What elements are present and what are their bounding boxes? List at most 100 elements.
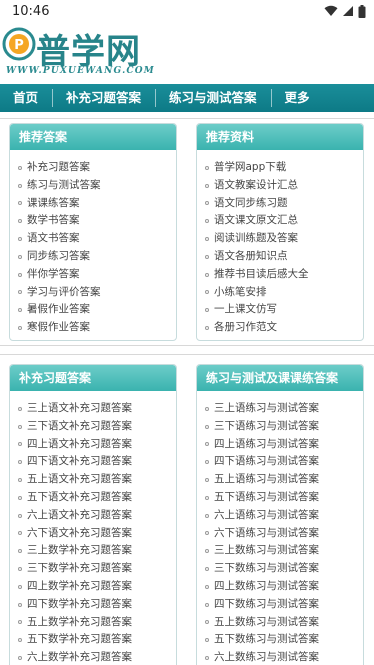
list-item-link[interactable]: 五下语练习与测试答案: [205, 489, 363, 507]
list-item-link[interactable]: 五下数练习与测试答案: [205, 631, 363, 649]
bullet-icon: [205, 272, 209, 277]
status-bar: 10:46: [0, 0, 374, 22]
bullet-icon: [205, 326, 209, 331]
nav-more[interactable]: 更多: [272, 89, 324, 107]
nav-practice-answers[interactable]: 练习与测试答案: [156, 89, 272, 107]
list-item-link[interactable]: 语文各册知识点: [205, 248, 363, 266]
list-item-label: 六下语练习与测试答案: [214, 526, 319, 539]
list-item-link[interactable]: 六上数学补充习题答案: [18, 649, 176, 665]
list-item-link[interactable]: 三下数练习与测试答案: [205, 560, 363, 578]
list-item-link[interactable]: 六上数练习与测试答案: [205, 649, 363, 665]
answers-section: 补充习题答案 三上语文补充习题答案 三下语文补充习题答案 四上语文补充习题答案四下语…: [0, 354, 374, 665]
list-item-link[interactable]: 四上数学补充习题答案: [18, 578, 176, 596]
list-item-link[interactable]: 三上数练习与测试答案: [205, 542, 363, 560]
bullet-icon: [205, 442, 209, 447]
list-item-link[interactable]: 五下语文补充习题答案: [18, 489, 176, 507]
list-item-label: 五下语文补充习题答案: [27, 490, 132, 503]
practice-answers-box: 练习与测试及课课练答案 三上语练习与测试答案 三下语练习与测试答案 四上语练习与测试…: [196, 364, 364, 665]
list-item-label: 五下数练习与测试答案: [214, 633, 319, 646]
list-item-label: 各册习作范文: [214, 321, 277, 334]
list-item-link[interactable]: 语文同步练习题: [205, 195, 363, 213]
bullet-icon: [18, 272, 22, 277]
list-item-link[interactable]: 语文教案设计汇总: [205, 177, 363, 195]
bullet-icon: [18, 183, 22, 188]
bullet-icon: [18, 620, 22, 625]
list-item-link[interactable]: 四下语练习与测试答案: [205, 453, 363, 471]
bullet-icon: [205, 584, 209, 589]
wifi-icon: [324, 5, 338, 16]
list-item-link[interactable]: 课课练答案: [18, 195, 176, 213]
supplement-answers-list: 三上语文补充习题答案 三下语文补充习题答案 四上语文补充习题答案四下语文补充习题答案…: [10, 391, 176, 665]
list-item-link[interactable]: 三下语文补充习题答案: [18, 418, 176, 436]
bullet-icon: [18, 656, 22, 661]
recommend-section: 推荐答案 补充习题答案 练习与测试答案 课课练答案 数学书答案 语文书答案 同步练习答案伴…: [0, 118, 374, 346]
list-item-label: 暑假作业答案: [27, 303, 90, 316]
list-item-label: 三上语文补充习题答案: [27, 402, 132, 414]
nav-supplement-answers[interactable]: 补充习题答案: [53, 89, 157, 107]
nav-home[interactable]: 首页: [0, 89, 54, 107]
list-item-link[interactable]: 补充习题答案: [18, 159, 176, 177]
list-item-link[interactable]: 四下语文补充习题答案: [18, 453, 176, 471]
list-item-link[interactable]: 三上语练习与测试答案: [205, 400, 363, 418]
list-item-label: 四上语文补充习题答案: [27, 437, 132, 450]
list-item-link[interactable]: 四下数学补充习题答案: [18, 596, 176, 614]
list-item-link[interactable]: 六下语练习与测试答案: [205, 525, 363, 543]
bullet-icon: [18, 326, 22, 331]
list-item-link[interactable]: 数学书答案: [18, 212, 176, 230]
list-item-link[interactable]: 伴你学答案: [18, 266, 176, 284]
list-item-link[interactable]: 六上语文补充习题答案: [18, 507, 176, 525]
list-item-label: 伴你学答案: [27, 267, 80, 280]
supplement-answers-title: 补充习题答案: [10, 365, 176, 391]
practice-answers-list: 三上语练习与测试答案 三下语练习与测试答案 四上语练习与测试答案四下语练习与测试答案…: [197, 391, 363, 665]
list-item-label: 六上语文补充习题答案: [27, 508, 132, 521]
list-item-link[interactable]: 五下数学补充习题答案: [18, 631, 176, 649]
list-item-link[interactable]: 语文书答案: [18, 230, 176, 248]
list-item-link[interactable]: 五上数练习与测试答案: [205, 614, 363, 632]
list-item-link[interactable]: 各册习作范文: [205, 319, 363, 337]
list-item-link[interactable]: 一上课文仿写: [205, 301, 363, 319]
list-item-link[interactable]: 普学网app下载: [205, 159, 363, 177]
bullet-icon: [18, 495, 22, 500]
bullet-icon: [18, 549, 22, 554]
bullet-icon: [205, 495, 209, 500]
list-item-label: 六上语练习与测试答案: [214, 508, 319, 521]
logo-badge-icon: P: [2, 27, 36, 61]
list-item-link[interactable]: 四上语文补充习题答案: [18, 436, 176, 454]
list-item-link[interactable]: 三下数学补充习题答案: [18, 560, 176, 578]
list-item-link[interactable]: 五上语练习与测试答案: [205, 471, 363, 489]
bullet-icon: [205, 531, 209, 536]
list-item-link[interactable]: 语文课文原文汇总: [205, 212, 363, 230]
list-item-link[interactable]: 同步练习答案: [18, 248, 176, 266]
list-item-label: 语文书答案: [27, 232, 80, 245]
list-item-label: 三下语练习与测试答案: [214, 419, 319, 432]
list-item-link[interactable]: 三下语练习与测试答案: [205, 418, 363, 436]
list-item-label: 六下语文补充习题答案: [27, 526, 132, 539]
list-item-link[interactable]: 学习与评价答案: [18, 284, 176, 302]
list-item-label: 三下语文补充习题答案: [27, 419, 132, 432]
bullet-icon: [18, 531, 22, 536]
recommend-materials-list: 普学网app下载 语文教案设计汇总 语文同步练习题语文课文原文汇总 阅读训练题及答案语…: [197, 150, 363, 337]
list-item-link[interactable]: 阅读训练题及答案: [205, 230, 363, 248]
bullet-icon: [18, 308, 22, 313]
list-item-link[interactable]: 三上语文补充习题答案: [18, 400, 176, 418]
list-item-label: 同步练习答案: [27, 249, 90, 262]
list-item-link[interactable]: 暑假作业答案: [18, 301, 176, 319]
list-item-link[interactable]: 小练笔安排: [205, 284, 363, 302]
list-item-link[interactable]: 寒假作业答案: [18, 319, 176, 337]
list-item-link[interactable]: 五上数学补充习题答案: [18, 614, 176, 632]
list-item-label: 五上语练习与测试答案: [214, 473, 319, 486]
list-item-link[interactable]: 六下语文补充习题答案: [18, 525, 176, 543]
list-item-link[interactable]: 推荐书目读后感大全: [205, 266, 363, 284]
list-item-label: 四上语练习与测试答案: [214, 437, 319, 450]
list-item-link[interactable]: 四上数练习与测试答案: [205, 578, 363, 596]
list-item-link[interactable]: 四下数练习与测试答案: [205, 596, 363, 614]
list-item-label: 语文同步练习题: [214, 196, 288, 209]
list-item-link[interactable]: 五上语文补充习题答案: [18, 471, 176, 489]
list-item-link[interactable]: 四上语练习与测试答案: [205, 436, 363, 454]
practice-answers-title: 练习与测试及课课练答案: [197, 365, 363, 391]
logo-badge-letter: P: [14, 38, 24, 53]
list-item-link[interactable]: 三上数学补充习题答案: [18, 542, 176, 560]
site-logo[interactable]: P 普学网 WWW.PUXUEWANG.COM: [0, 22, 374, 84]
list-item-link[interactable]: 六上语练习与测试答案: [205, 507, 363, 525]
list-item-link[interactable]: 练习与测试答案: [18, 177, 176, 195]
